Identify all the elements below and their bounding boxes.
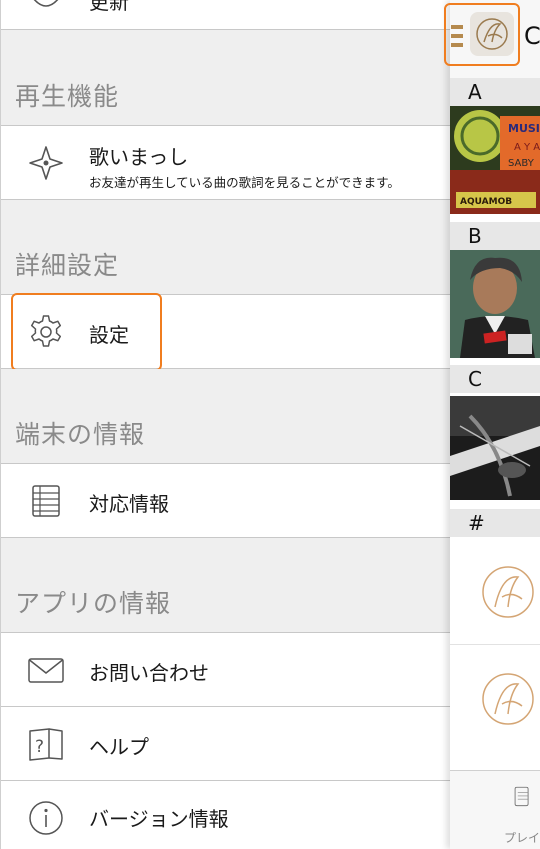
section-index-c: C [450,365,540,393]
album-placeholder-2-icon [482,673,534,725]
album-art-a-image: MUSIC A Y A SABY AQUAMOB [450,106,540,214]
info-icon [29,800,63,835]
contact-menu-item[interactable]: お問い合わせ [1,633,450,707]
album-art-a[interactable]: MUSIC A Y A SABY AQUAMOB [450,106,540,214]
playlist-icon [514,786,529,807]
section-title-app: アプリの情報 [15,589,172,618]
album-placeholder-1-icon [482,566,534,618]
section-title-playback: 再生機能 [15,82,120,111]
version-label: バージョン情報 [89,807,229,831]
help-label: ヘルプ [89,735,149,759]
settings-highlight-box [11,293,162,371]
contact-label: お問い合わせ [89,661,209,685]
album-art-c[interactable] [450,396,540,500]
top-letter: C [524,22,540,50]
mail-icon [28,657,64,683]
library-panel: C A MUSIC A Y A SABY AQUAMOB B C [444,0,540,849]
svg-text:?: ? [35,737,44,757]
update-icon [33,0,59,7]
section-index-b: B [450,222,540,250]
supported-info-menu-item[interactable]: 対応情報 [1,464,450,538]
utaimashi-menu-item[interactable]: 歌いまっし お友達が再生している曲の歌詞を見ることができます。 [1,126,450,200]
logo-highlight-box [444,3,520,66]
album-art-b[interactable] [450,250,540,358]
section-header-device: 端末の情報 [1,369,450,464]
svg-text:A Y A: A Y A [514,142,540,153]
album-placeholder-2[interactable] [450,646,540,752]
album-art-b-image [450,250,540,358]
utaimashi-label: 歌いまっし [89,145,189,169]
svg-text:MUSIC: MUSIC [508,122,540,135]
help-menu-item[interactable]: ? ヘルプ [1,707,450,781]
tab-playlist[interactable]: プレイ [492,777,540,847]
sparkle-icon [29,145,63,180]
svg-text:AQUAMOB: AQUAMOB [460,197,512,207]
tab-playlist-label: プレイ [504,831,540,845]
side-menu-drawer: 更新 再生機能 歌いまっし お友達が再生している曲の歌詞を見ることができます。 … [0,0,450,849]
help-book-icon: ? [29,727,63,761]
section-title-device: 端末の情報 [15,420,146,449]
supported-info-label: 対応情報 [89,492,169,516]
section-header-advanced: 詳細設定 [1,200,450,295]
album-art-c-image [450,396,540,500]
utaimashi-description: お友達が再生している曲の歌詞を見ることができます。 [89,175,400,190]
section-index-a: A [450,78,540,106]
update-menu-item[interactable]: 更新 [1,0,450,30]
album-placeholder-1[interactable] [450,539,540,645]
section-title-advanced: 詳細設定 [15,251,120,280]
table-icon [32,484,60,517]
section-index-hash: # [450,509,540,537]
version-menu-item[interactable]: バージョン情報 [1,781,450,849]
svg-text:SABY: SABY [508,158,535,169]
bottom-tab-bar: プレイ [450,770,540,849]
section-header-playback: 再生機能 [1,30,450,126]
section-header-app: アプリの情報 [1,538,450,633]
update-label: 更新 [89,0,129,14]
panel-top-bar: C [444,0,540,78]
